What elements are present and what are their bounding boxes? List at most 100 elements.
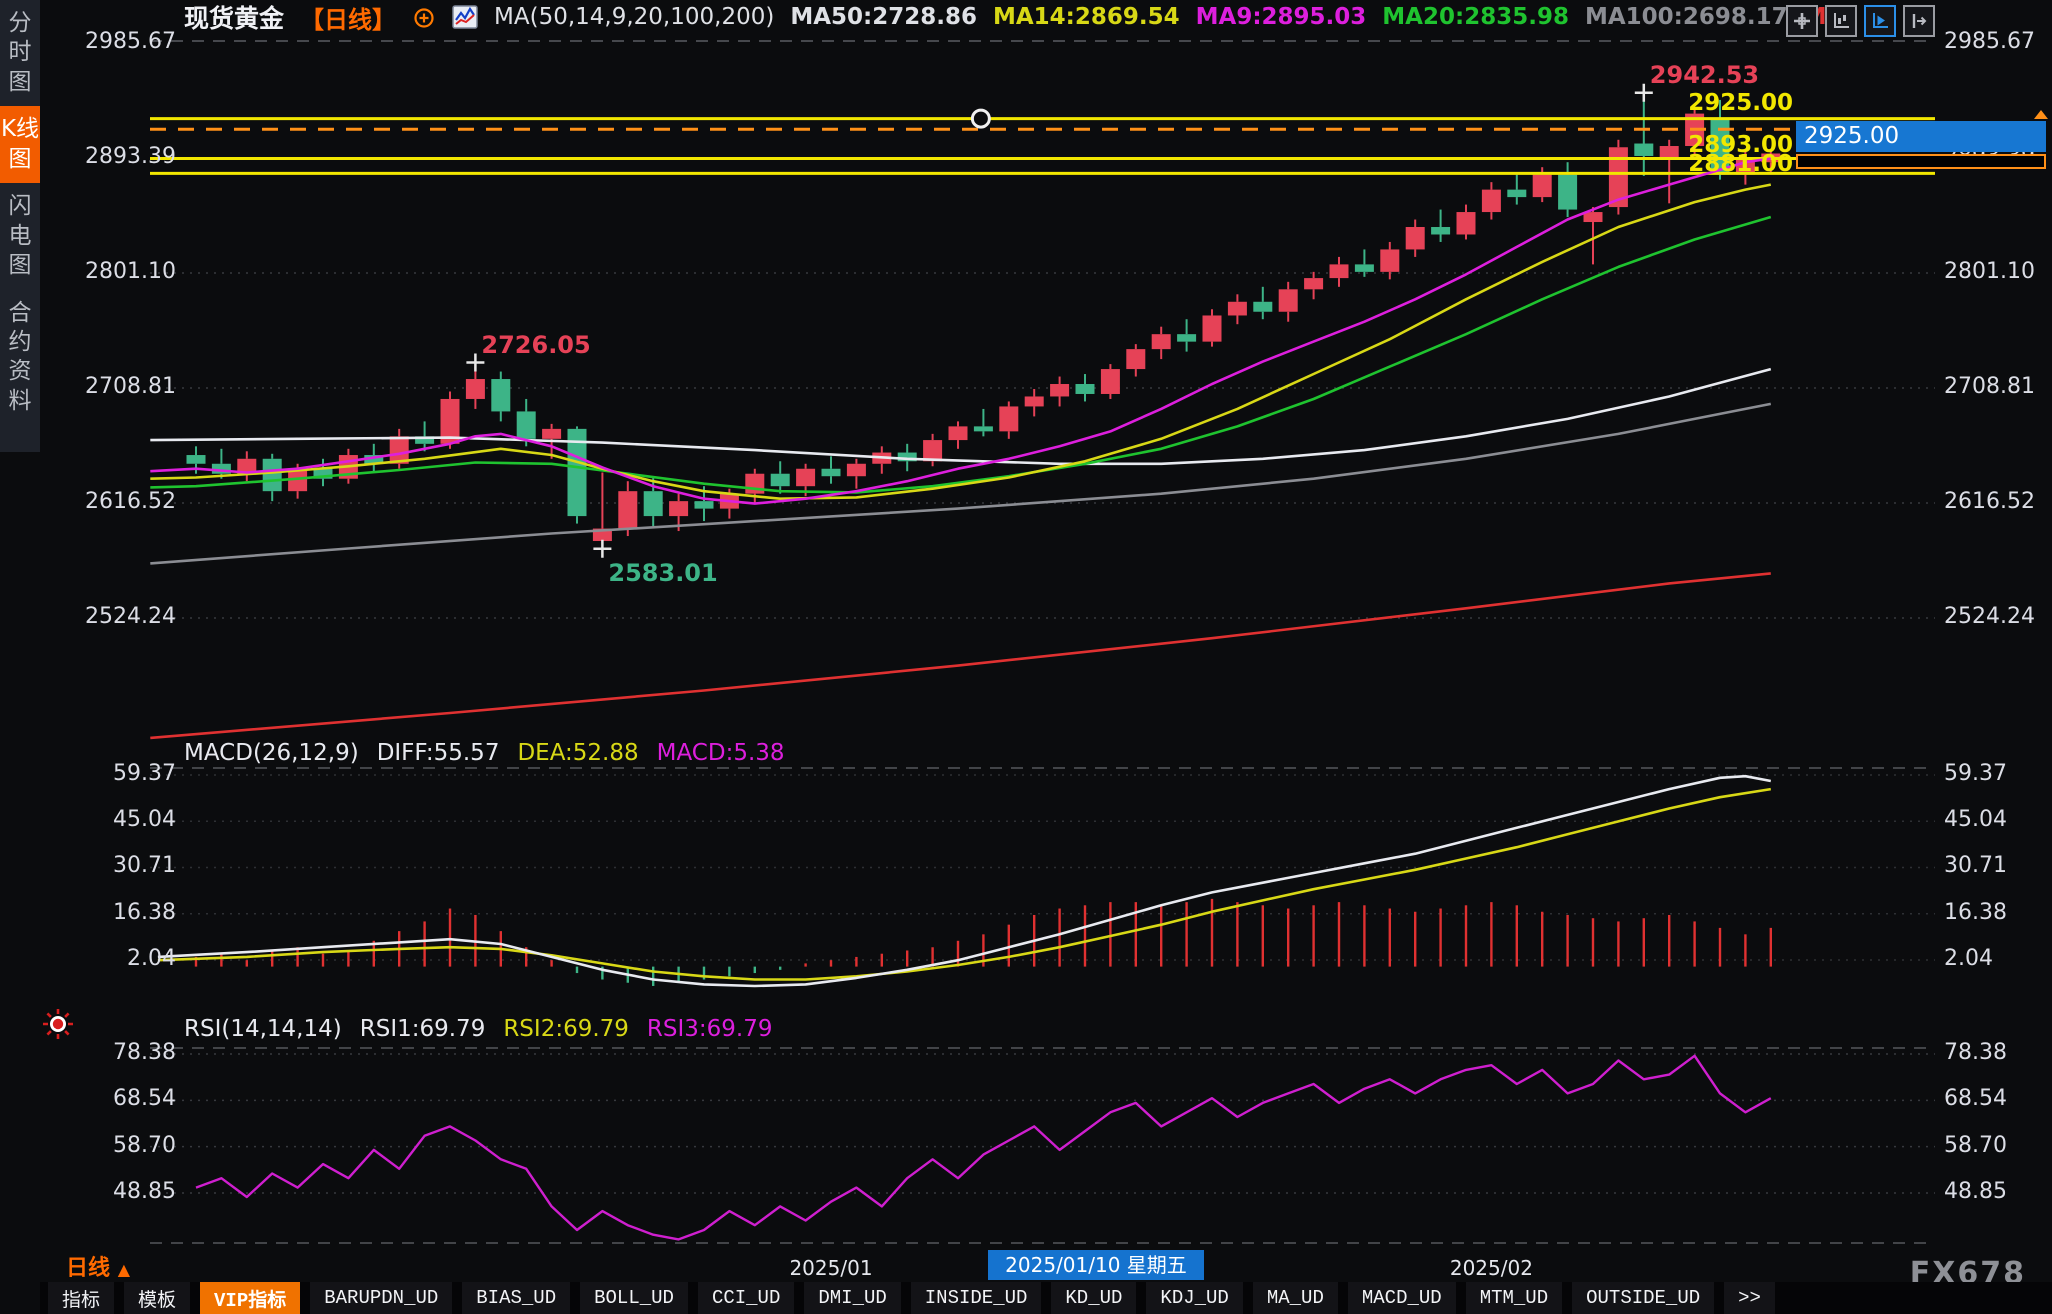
macd-dea-readout: DEA:52.88 [517, 740, 638, 766]
indicator-tab-13[interactable]: MTM_UD [1466, 1282, 1562, 1314]
period-selector[interactable]: 【日线】 [300, 0, 396, 35]
jump-to-last-button[interactable] [1903, 5, 1935, 37]
axis-label: 58.70 [40, 1133, 176, 1158]
axis-label: 78.38 [1944, 1040, 2007, 1065]
ma9-readout: MA9:2895.03 [1196, 4, 1367, 30]
axis-label: 45.04 [1944, 807, 2007, 832]
axis-label: 2708.81 [40, 374, 176, 399]
macd-layer [158, 776, 1771, 986]
crosshair-date-tag: 2025/01/10 星期五 [988, 1250, 1204, 1280]
chart-annotation: 2583.01 [608, 559, 717, 587]
footer-period-label: 日线 [66, 1256, 110, 1281]
date-tick-label: 2025/01 [789, 1256, 872, 1280]
grid-layer [150, 41, 1935, 1243]
chart-toolbar [1786, 5, 1935, 37]
indicator-tab-6[interactable]: CCI_UD [698, 1282, 794, 1314]
indicator-tab-12[interactable]: MACD_UD [1348, 1282, 1456, 1314]
chart-header: 现货黄金 【日线】 MA(50,14,9,20,100,200) MA50:27… [184, 0, 1827, 34]
axis-label: 16.38 [40, 900, 176, 925]
ma-line-MA9 [150, 159, 1771, 504]
scale-axis-button[interactable] [1825, 5, 1857, 37]
axis-label: 2.04 [1944, 946, 1993, 971]
hline-label: 2881.00 [1633, 151, 1793, 177]
rsi-layer [196, 1056, 1771, 1240]
rsi-header: RSI(14,14,14) RSI1:69.79 RSI2:69.79 RSI3… [184, 1016, 773, 1042]
chart-canvas [0, 0, 2052, 1314]
axis-label: 2524.24 [1944, 604, 2035, 629]
indicator-tab-2[interactable]: VIP指标 [200, 1282, 300, 1314]
axis-label: 2708.81 [1944, 374, 2035, 399]
sidebar: 分时图 K线图 闪电图 合约资料 [0, 0, 40, 452]
macd-header: MACD(26,12,9) DIFF:55.57 DEA:52.88 MACD:… [184, 740, 785, 766]
indicator-tabbar: 指标模板 VIP指标 BARUPDN_UD BIAS_UD BOLL_UD CCI_UD D… [40, 1282, 2052, 1314]
indicator-tab-10[interactable]: KDJ_UD [1146, 1282, 1242, 1314]
axis-label: 58.70 [1944, 1133, 2007, 1158]
sidebar-item-contract-info[interactable]: 合约资料 [0, 290, 40, 426]
indicator-tab-0[interactable]: 指标 [48, 1282, 114, 1314]
axis-label: 30.71 [1944, 853, 2007, 878]
indicator-tab-3[interactable]: BARUPDN_UD [310, 1282, 452, 1314]
axis-label: 2616.52 [1944, 489, 2035, 514]
ma100-readout: MA100:2698.17 [1585, 4, 1788, 30]
annotations-layer [466, 84, 1652, 558]
sidebar-item-kline-chart[interactable]: K线图 [0, 106, 40, 183]
alert-level-box [1796, 154, 2046, 169]
date-tick-label: 2025/02 [1450, 1256, 1533, 1280]
macd-value-readout: MACD:5.38 [657, 740, 785, 766]
ma14-readout: MA14:2869.54 [993, 4, 1180, 30]
indicator-tab-9[interactable]: KD_UD [1051, 1282, 1136, 1314]
axis-label: 16.38 [1944, 900, 2007, 925]
ma-line-MA50 [150, 369, 1771, 464]
axis-label: 2985.67 [1944, 29, 2035, 54]
indicator-tab-15[interactable]: >> [1724, 1282, 1775, 1314]
ma-settings-label: MA(50,14,9,20,100,200) [494, 4, 774, 30]
indicator-tab-4[interactable]: BIAS_UD [462, 1282, 570, 1314]
add-indicator-icon[interactable] [412, 5, 436, 29]
indicator-tab-14[interactable]: OUTSIDE_UD [1572, 1282, 1714, 1314]
indicator-tab-11[interactable]: MA_UD [1253, 1282, 1338, 1314]
axis-label: 68.54 [40, 1086, 176, 1111]
auto-scroll-button[interactable] [1864, 5, 1896, 37]
jump-to-last-icon [1910, 12, 1928, 30]
axis-label: 68.54 [1944, 1086, 2007, 1111]
macd-diff-readout: DIFF:55.57 [377, 740, 500, 766]
rsi-title: RSI(14,14,14) [184, 1016, 342, 1042]
indicator-tab-8[interactable]: INSIDE_UD [911, 1282, 1042, 1314]
ma20-readout: MA20:2835.98 [1382, 4, 1569, 30]
rsi1-readout: RSI1:69.79 [360, 1016, 486, 1042]
footer-period-selector[interactable]: 日线 ▲ [66, 1250, 130, 1282]
axis-label: 2801.10 [40, 259, 176, 284]
indicator-tab-1[interactable]: 模板 [124, 1282, 190, 1314]
auto-scroll-icon [1871, 12, 1889, 30]
pan-tool-icon [1793, 12, 1811, 30]
rsi3-readout: RSI3:69.79 [647, 1016, 773, 1042]
ma50-readout: MA50:2728.86 [790, 4, 977, 30]
axis-label: 2801.10 [1944, 259, 2035, 284]
axis-label: 45.04 [40, 807, 176, 832]
axis-label: 48.85 [40, 1179, 176, 1204]
pan-tool-button[interactable] [1786, 5, 1818, 37]
chart-annotation: 2726.05 [481, 331, 590, 359]
macd-title: MACD(26,12,9) [184, 740, 359, 766]
ma-line-MA100 [150, 404, 1771, 564]
indicator-tab-7[interactable]: DMI_UD [804, 1282, 900, 1314]
triangle-up-icon: ▲ [118, 1260, 130, 1279]
axis-label: 48.85 [1944, 1179, 2007, 1204]
sidebar-item-time-chart[interactable]: 分时图 [0, 0, 40, 106]
scale-axis-icon [1832, 12, 1850, 30]
axis-label: 30.71 [40, 853, 176, 878]
chart-style-icon[interactable] [452, 4, 478, 30]
trading-app: 分时图 K线图 闪电图 合约资料 现货黄金 【日线】 MA(50,14,9,20… [0, 0, 2052, 1314]
live-alert-icon[interactable] [40, 1006, 76, 1046]
symbol-name: 现货黄金 [184, 0, 284, 35]
indicator-tab-5[interactable]: BOLL_UD [580, 1282, 688, 1314]
axis-label: 2616.52 [40, 489, 176, 514]
ma-line-MA14 [150, 185, 1771, 499]
axis-label: 2893.39 [40, 144, 176, 169]
axis-label: 2524.24 [40, 604, 176, 629]
crosshair-marker [972, 110, 989, 127]
axis-label: 59.37 [1944, 761, 2007, 786]
axis-label: 59.37 [40, 761, 176, 786]
axis-label: 2.04 [40, 946, 176, 971]
sidebar-item-lightning-chart[interactable]: 闪电图 [0, 183, 40, 289]
